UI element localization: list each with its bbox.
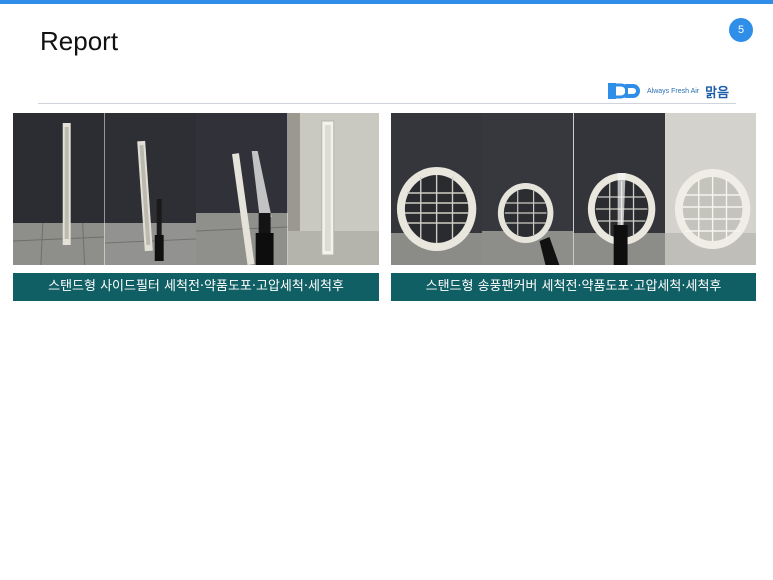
top-accent-bar <box>0 0 773 4</box>
header-divider <box>38 103 736 104</box>
brand-logo-icon <box>608 83 640 99</box>
fan-cover-photo-strip <box>391 113 756 265</box>
side-filter-caption: 스탠드형 사이드필터 세척전·약품도포·고압세척·세척후 <box>13 273 379 301</box>
after-cleaning-photo <box>287 113 379 265</box>
fan-cover-caption: 스탠드형 송풍팬커버 세척전·약품도포·고압세척·세척후 <box>391 273 756 301</box>
chemical-application-photo <box>104 113 196 265</box>
slide-title: Report <box>40 26 119 56</box>
brand-logo: Always Fresh Air 맑음 <box>607 80 729 102</box>
side-filter-photo-strip <box>13 113 379 265</box>
before-cleaning-photo <box>391 113 483 265</box>
after-cleaning-photo <box>664 113 756 265</box>
high-pressure-wash-photo <box>573 113 665 265</box>
logo-tagline: Always Fresh Air <box>647 87 700 95</box>
logo-brand-text: 맑음 <box>705 85 730 101</box>
chemical-application-photo <box>482 113 574 265</box>
page-number-badge: 5 <box>729 18 753 42</box>
before-cleaning-photo <box>13 113 105 265</box>
high-pressure-wash-photo <box>196 113 288 265</box>
